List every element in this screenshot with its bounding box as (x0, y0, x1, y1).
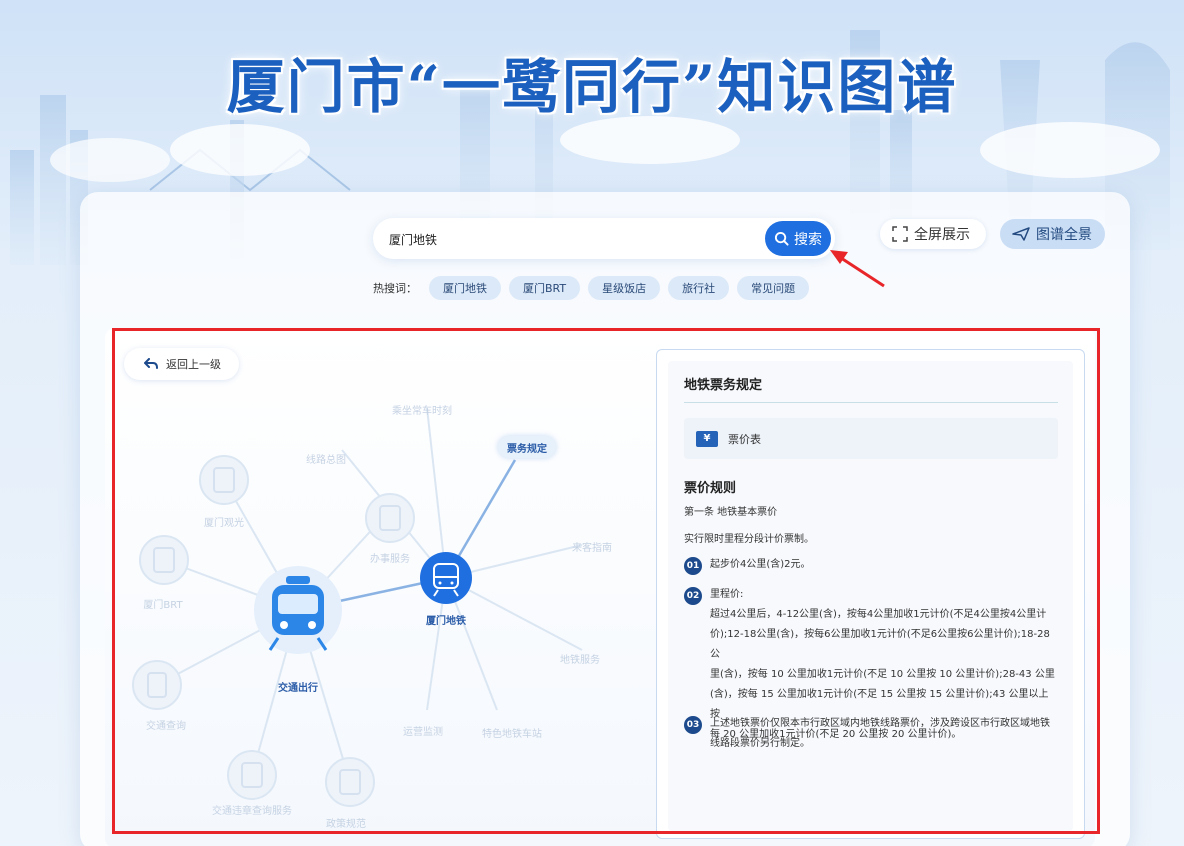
node-label-ticket-rules[interactable]: 票务规定 (498, 436, 556, 458)
rules-heading: 票价规则 (684, 481, 737, 496)
fullscreen-button[interactable]: 全屏展示 (880, 219, 986, 249)
node-label-faint-3[interactable]: 厦门观光 (204, 514, 244, 529)
rule-item-text: 起步价4公里(含)2元。 (710, 559, 811, 570)
info-divider (684, 402, 1058, 403)
node-label-faint-11[interactable]: 地铁服务 (560, 651, 600, 666)
plane-icon (1012, 227, 1030, 241)
rule-line: 上述地铁票价仅限本市行政区域内地铁线路票价，涉及跨设区市行政区域地铁 (710, 718, 1050, 729)
node-label-faint-4[interactable]: 办事服务 (370, 550, 410, 565)
article-intro: 实行限时里程分段计价票制。 (684, 534, 814, 545)
node-label-metro[interactable]: 厦门地铁 (426, 612, 466, 627)
rule-line: 里(含)，按每 10 公里加收1元计价(不足 10 公里按 10 公里计价);2… (710, 669, 1055, 680)
hot-tag-travel-agency[interactable]: 旅行社 (668, 276, 730, 300)
search-button-label: 搜索 (794, 231, 822, 248)
graph-overview-label: 图谱全景 (1036, 227, 1092, 243)
node-label-faint-5[interactable]: 厦门BRT (143, 596, 182, 611)
back-button[interactable]: 返回上一级 (124, 348, 239, 380)
rule-number-badge: 03 (684, 716, 702, 734)
ticket-price-table-item[interactable]: ¥ 票价表 (684, 418, 1058, 459)
hot-tag-faq[interactable]: 常见问题 (737, 276, 810, 300)
node-label-faint-10[interactable]: 特色地铁车站 (482, 725, 542, 740)
rule-item-text: 上述地铁票价仅限本市行政区域内地铁线路票价，涉及跨设区市行政区域地铁 线路段票价… (710, 714, 1050, 754)
ticket-item-label: 票价表 (728, 432, 761, 446)
rule-item-3: 03 上述地铁票价仅限本市行政区域内地铁线路票价，涉及跨设区市行政区域地铁 线路… (684, 716, 1056, 754)
rule-number-badge: 02 (684, 587, 702, 605)
node-label-faint-8[interactable]: 政策规范 (326, 815, 366, 830)
rule-line: 线路段票价另行制定。 (710, 738, 810, 749)
hot-tag-hotel[interactable]: 星级饭店 (588, 276, 661, 300)
red-arrow-annotation (830, 250, 885, 288)
search-bar: 搜索 (373, 218, 835, 259)
search-icon (774, 231, 789, 246)
rule-number-badge: 01 (684, 557, 702, 575)
ticket-icon: ¥ (696, 430, 718, 447)
search-input[interactable] (389, 228, 749, 250)
rule-line: 超过4公里后，4-12公里(含)，按每4公里加收1元计价(不足4公里按4公里计 (710, 609, 1047, 620)
hot-search-bar: 热搜词： 厦门地铁 厦门BRT 星级饭店 旅行社 常见问题 (373, 276, 810, 300)
node-label-faint-12[interactable]: 来客指南 (572, 539, 612, 554)
rule-line: 里程价: (710, 589, 744, 600)
graph-overview-button[interactable]: 图谱全景 (1000, 219, 1105, 249)
rule-line: 价);12-18公里(含)，按每6公里加收1元计价(不足6公里按6公里计价);1… (710, 629, 1050, 660)
node-label-faint-1[interactable]: 乘坐常车时刻 (392, 402, 452, 417)
fullscreen-label: 全屏展示 (914, 227, 970, 243)
fullscreen-icon (892, 226, 908, 242)
node-label-faint-6[interactable]: 交通查询 (146, 717, 186, 732)
node-label-faint-2[interactable]: 线路总图 (306, 451, 346, 466)
hot-tag-metro[interactable]: 厦门地铁 (429, 276, 501, 300)
hot-tag-brt[interactable]: 厦门BRT (509, 276, 581, 300)
knowledge-graph[interactable] (112, 380, 652, 820)
back-label: 返回上一级 (166, 358, 221, 371)
hot-search-label: 热搜词： (373, 282, 417, 295)
rule-item-1: 01 起步价4公里(含)2元。 (684, 557, 1056, 575)
page-title: 厦门市“一鹭同行”知识图谱 (226, 53, 958, 121)
info-title: 地铁票务规定 (684, 378, 763, 393)
article-title: 第一条 地铁基本票价 (684, 507, 778, 518)
node-label-faint-9[interactable]: 运营监测 (403, 723, 443, 738)
back-arrow-icon (144, 358, 158, 369)
node-label-faint-7[interactable]: 交通违章查询服务 (212, 802, 292, 817)
node-label-center[interactable]: 交通出行 (278, 679, 318, 694)
